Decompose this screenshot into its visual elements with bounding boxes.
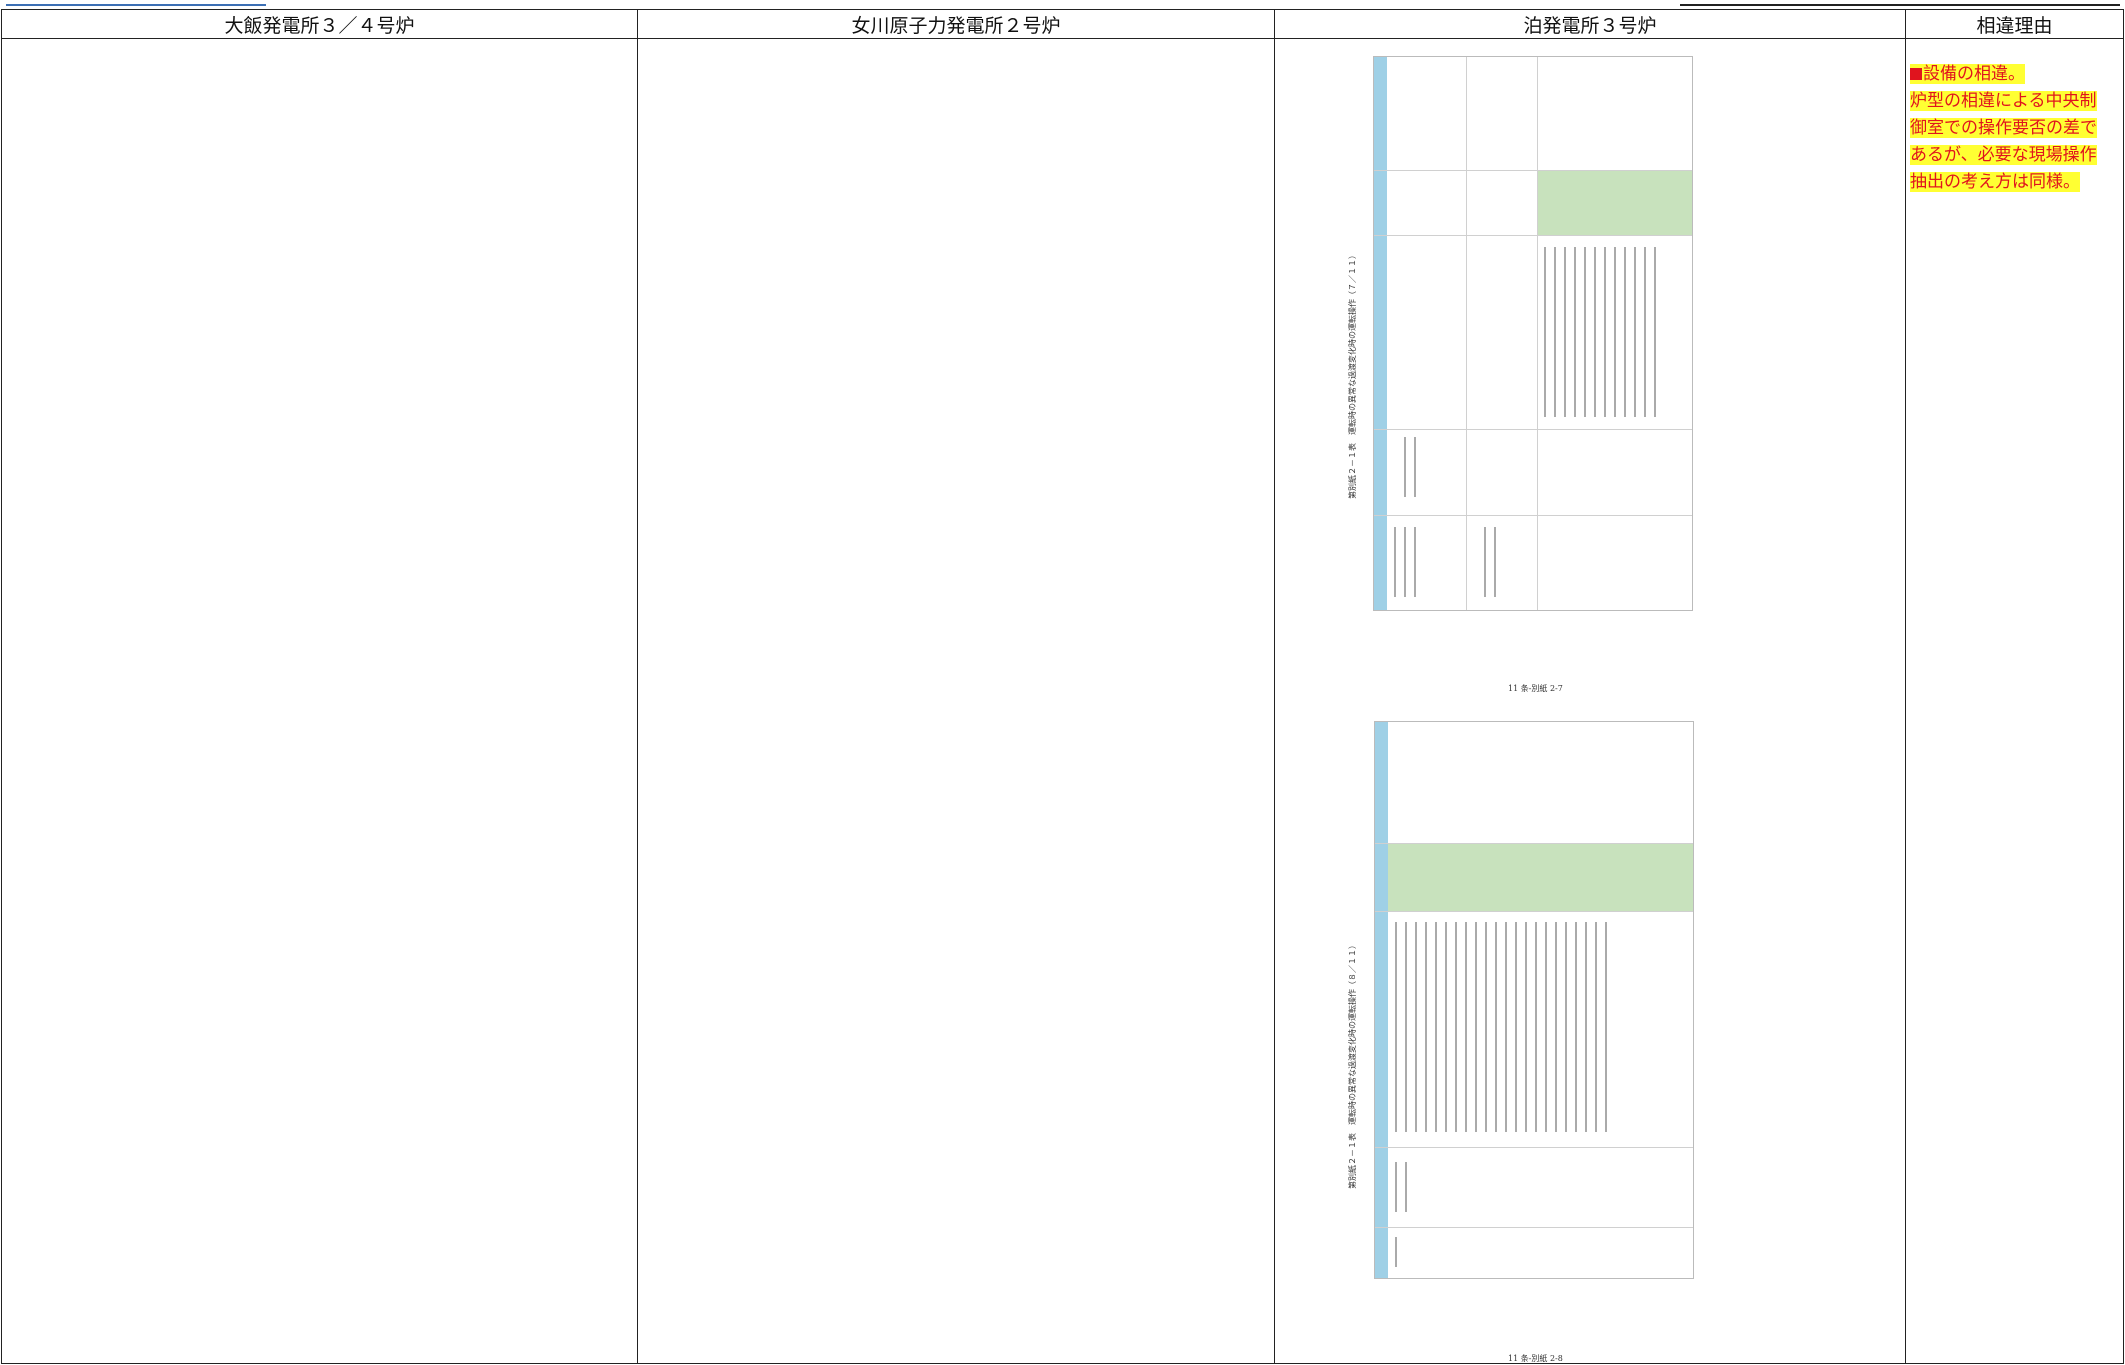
red-square-icon (1910, 68, 1922, 80)
reason-line: 炉型の相違による中央制 (1910, 91, 2097, 111)
figure-caption-2: 11 条-別紙 2-8 (1508, 1354, 1563, 1363)
figure-title-2: 第別紙２－１表 運転時の異常な過渡変化時の運転操作（８／１１） (1348, 941, 1357, 1189)
figure-title-1: 第別紙２－１表 運転時の異常な過渡変化時の運転操作（７／１１） (1348, 251, 1357, 499)
header-right-line (1680, 0, 2120, 6)
content-row: 第別紙２－１表 運転時の異常な過渡変化時の運転操作（７／１１） 11 条-別紙 … (1, 38, 2125, 1364)
onagawa-cell (637, 38, 1275, 1364)
reason-heading: 設備の相違。 (1910, 64, 2025, 84)
figure-caption-1: 11 条-別紙 2-7 (1508, 684, 1563, 693)
header-band (1375, 722, 1388, 1278)
embedded-table-image-2 (1374, 721, 1694, 1279)
header-band (1374, 57, 1387, 610)
reason-line: 御室での操作要否の差で (1910, 118, 2097, 138)
header-row: 大飯発電所３／４号炉 女川原子力発電所２号炉 泊発電所３号炉 相違理由 (1, 9, 2124, 39)
column-header-onagawa: 女川原子力発電所２号炉 (637, 9, 1275, 39)
reason-cell: 設備の相違。 炉型の相違による中央制 御室での操作要否の差で あるが、必要な現場… (1905, 38, 2125, 1364)
embedded-table-image-1 (1373, 56, 1693, 611)
column-header-tomari: 泊発電所３号炉 (1274, 9, 1906, 39)
reason-line: 抽出の考え方は同様。 (1910, 172, 2080, 192)
column-header-reason: 相違理由 (1905, 9, 2124, 39)
reason-line: あるが、必要な現場操作 (1910, 145, 2097, 165)
highlight-band (1537, 170, 1692, 235)
difference-reason: 設備の相違。 炉型の相違による中央制 御室での操作要否の差で あるが、必要な現場… (1910, 61, 2125, 196)
top-border (0, 0, 2125, 6)
column-header-ohi: 大飯発電所３／４号炉 (1, 9, 638, 39)
comparison-table: 大飯発電所３／４号炉 女川原子力発電所２号炉 泊発電所３号炉 相違理由 第別紙２… (1, 9, 2124, 1364)
ohi-cell (1, 38, 638, 1364)
header-link-line (6, 0, 266, 6)
tomari-cell: 第別紙２－１表 運転時の異常な過渡変化時の運転操作（７／１１） 11 条-別紙 … (1274, 38, 1906, 1364)
highlight-band (1388, 843, 1693, 911)
